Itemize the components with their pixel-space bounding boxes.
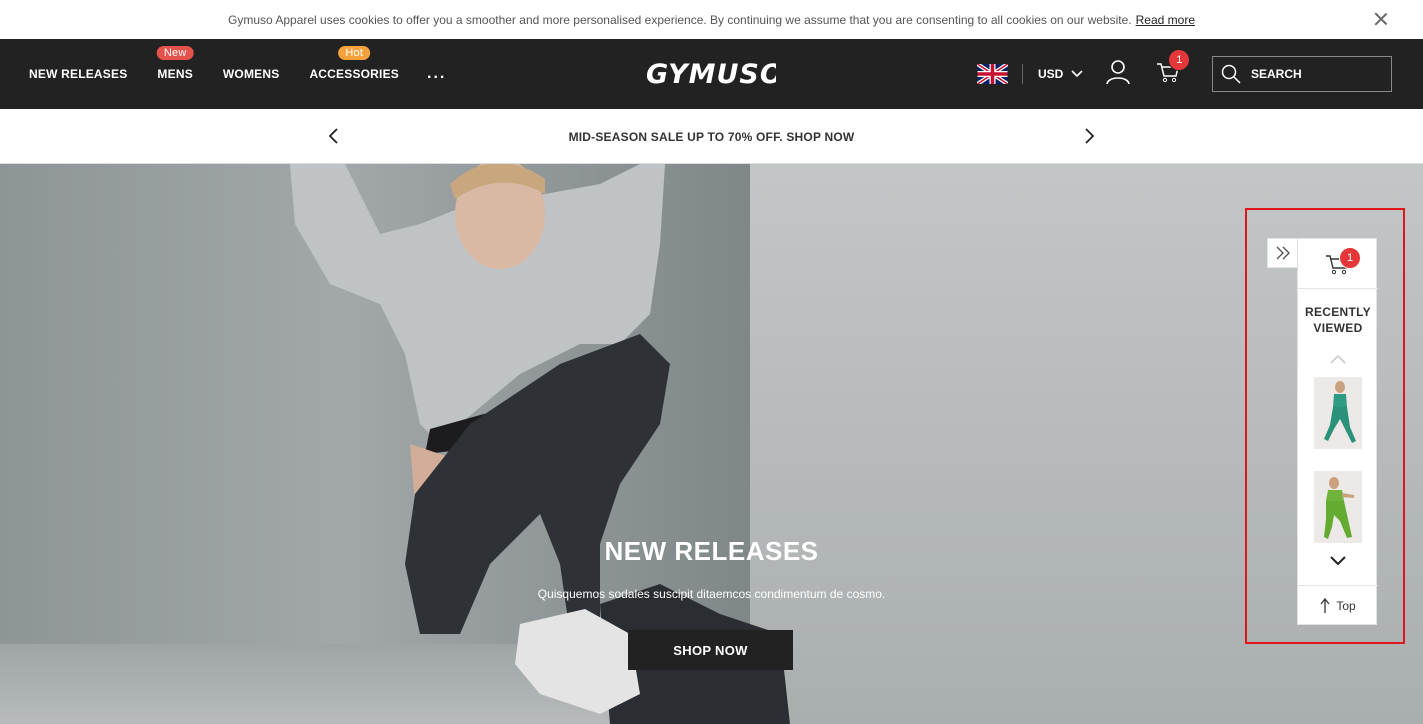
user-account-icon[interactable] — [1105, 59, 1131, 90]
recently-viewed-title: RECENTLY VIEWED — [1298, 304, 1378, 336]
double-chevron-right-icon[interactable] — [1267, 238, 1298, 268]
nav-item-label: WOMENS — [222, 67, 280, 81]
back-to-top-button[interactable]: Top — [1298, 585, 1378, 625]
nav-item-new-releases[interactable]: NEW RELEASES — [29, 67, 127, 81]
header-actions: USD 1 — [977, 39, 1191, 109]
promo-bar: MID-SEASON SALE UP TO 70% OFF. SHOP NOW — [0, 109, 1423, 164]
back-to-top-label: Top — [1336, 598, 1356, 613]
widget-title-line2: VIEWED — [1313, 321, 1363, 335]
arrow-up-icon — [1320, 597, 1330, 613]
logo-wordmark: GYMUSO — [646, 59, 776, 90]
hero-title: NEW RELEASES — [604, 536, 819, 566]
widget-cart-button[interactable]: 1 — [1298, 239, 1378, 289]
nav-badge-hot: Hot — [338, 46, 371, 60]
hero-banner: NEW RELEASES Quisquemos sodales suscipit… — [0, 164, 1423, 724]
chevron-down-icon — [1071, 70, 1083, 78]
nav-badge-new: New — [156, 46, 194, 60]
currency-value: USD — [1038, 67, 1064, 81]
cart-button[interactable]: 1 — [1156, 48, 1191, 89]
nav-item-accessories[interactable]: Hot ACCESSORIES — [309, 46, 399, 81]
nav-item-label: NEW RELEASES — [29, 67, 128, 81]
chevron-up-icon[interactable] — [1329, 352, 1347, 370]
cookie-bar: Gymuso Apparel uses cookies to offer you… — [0, 0, 1423, 39]
nav-item-mens[interactable]: New MENS — [156, 46, 194, 81]
recently-viewed-widget: 1 RECENTLY VIEWED Top — [1297, 238, 1378, 625]
cookie-message: Gymuso Apparel uses cookies to offer you… — [228, 12, 1132, 27]
close-icon[interactable] — [1373, 11, 1389, 27]
recently-viewed-product-thumb[interactable] — [1314, 377, 1362, 449]
cart-count-badge: 1 — [1168, 48, 1191, 71]
main-nav: NEW RELEASES New MENS WOMENS Hot ACCESSO… — [29, 39, 446, 109]
main-header: NEW RELEASES New MENS WOMENS Hot ACCESSO… — [0, 39, 1423, 109]
nav-more-button[interactable]: ... — [427, 65, 446, 83]
uk-flag-icon[interactable] — [977, 64, 1008, 84]
site-logo[interactable]: GYMUSO — [646, 56, 776, 92]
nav-item-womens[interactable]: WOMENS — [223, 67, 280, 81]
nav-item-label: MENS — [157, 67, 193, 81]
hero-subtitle: Quisquemos sodales suscipit ditaemcos co… — [537, 587, 886, 601]
search-input[interactable] — [1251, 67, 1371, 81]
currency-selector[interactable]: USD — [1038, 67, 1083, 81]
chevron-right-icon[interactable] — [1080, 127, 1098, 145]
cookie-read-more-link[interactable]: Read more — [1136, 13, 1195, 27]
divider — [1022, 64, 1023, 84]
svg-text:GYMUSO: GYMUSO — [646, 59, 776, 90]
shop-now-button[interactable]: SHOP NOW — [628, 630, 793, 670]
nav-item-label: ACCESSORIES — [309, 67, 399, 81]
widget-cart-count-badge: 1 — [1339, 247, 1361, 269]
recently-viewed-product-thumb[interactable] — [1314, 471, 1362, 543]
chevron-down-icon[interactable] — [1329, 554, 1347, 572]
search-box[interactable] — [1212, 56, 1392, 92]
promo-text[interactable]: MID-SEASON SALE UP TO 70% OFF. SHOP NOW — [0, 130, 1423, 144]
search-icon — [1221, 64, 1241, 84]
widget-title-line1: RECENTLY — [1305, 305, 1371, 319]
